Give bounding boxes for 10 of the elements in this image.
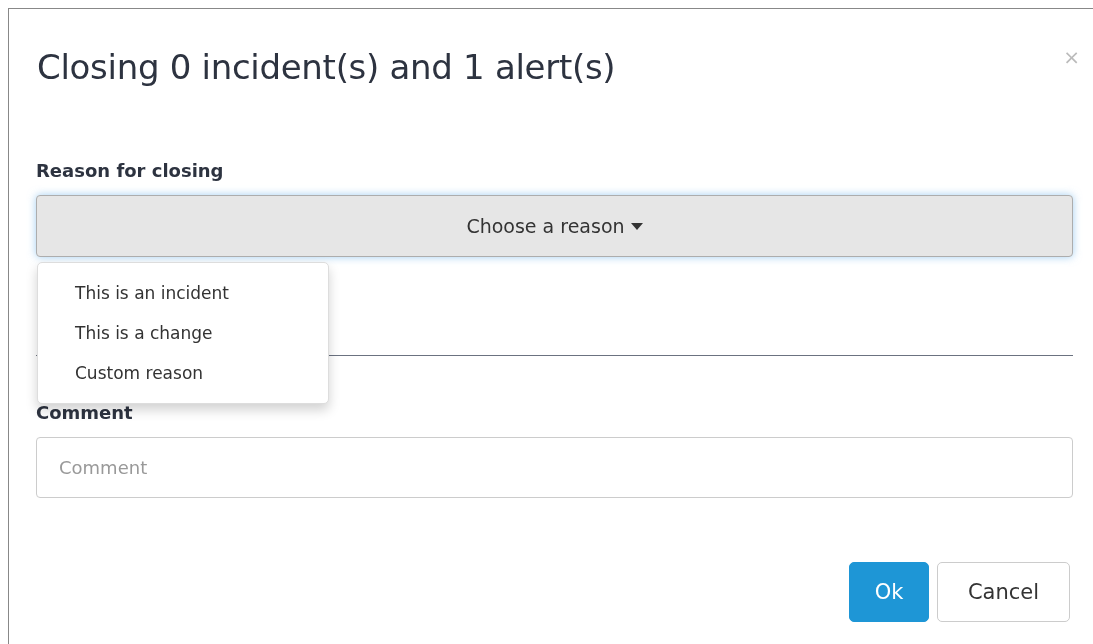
field-label: Comment (36, 402, 134, 423)
cancel-button[interactable]: Cancel (937, 562, 1070, 622)
field-label: Reason for closing (36, 160, 225, 181)
menu-item[interactable]: This is a change (38, 313, 328, 353)
menu-item[interactable]: Custom reason (38, 353, 328, 393)
caret-icon (630, 222, 643, 230)
comment-field[interactable]: Comment (36, 437, 1073, 498)
dialog-title: Closing 0 incident(s) and 1 alert(s) (37, 47, 616, 87)
reason-dropdown[interactable]: Choose a reason (36, 195, 1073, 257)
menu-item[interactable]: This is an incident (38, 273, 328, 313)
